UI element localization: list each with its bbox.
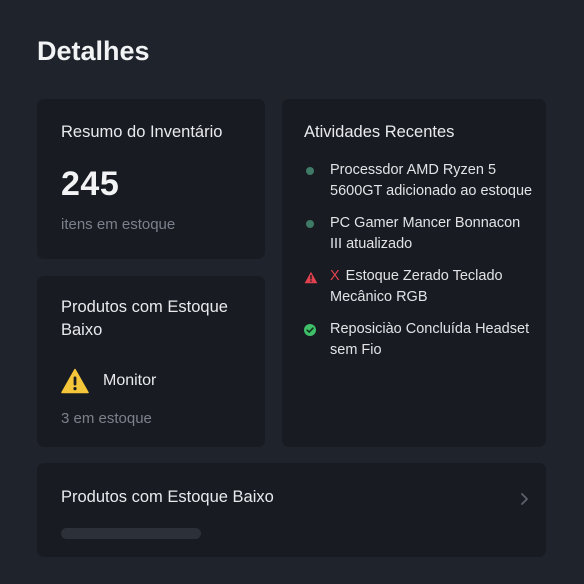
check-circle-icon (304, 324, 316, 336)
warning-triangle-icon (61, 368, 89, 394)
activity-item[interactable]: Processdor AMD Ryzen 5 5600GT adicionado… (304, 160, 534, 201)
activity-text: Reposiciào Concluída Headset sem Fio (330, 321, 530, 358)
card-title: Produtos com Estoque Baixo (61, 488, 274, 506)
low-stock-item-quantity: 3 em estoque (61, 410, 152, 427)
inventory-count: 245 (61, 165, 120, 203)
warning-triangle-icon (304, 271, 318, 284)
card-title: Resumo do Inventário (61, 123, 223, 141)
recent-activity-card: Atividades Recentes Processdor AMD Ryzen… (282, 99, 546, 447)
error-x-mark: X (330, 268, 340, 284)
activity-text: PC Gamer Mancer Bonnacon III atualizado (330, 215, 521, 252)
status-dot-icon (306, 167, 314, 175)
activity-text: Processdor AMD Ryzen 5 5600GT adicionado… (330, 162, 533, 199)
activity-item[interactable]: Reposiciào Concluída Headset sem Fio (304, 319, 534, 360)
activity-item[interactable]: X Estoque Zerado Teclado Mecânico RGB (304, 266, 534, 307)
inventory-summary-card: Resumo do Inventário 245 itens em estoqu… (37, 99, 265, 259)
status-dot-icon (306, 220, 314, 228)
loading-placeholder-bar (61, 528, 201, 539)
low-stock-products-card[interactable]: Produtos com Estoque Baixo (37, 463, 546, 557)
page-title: Detalhes (37, 36, 150, 66)
activity-text: X Estoque Zerado Teclado Mecânico RGB (330, 268, 503, 305)
low-stock-item-name: Monitor (103, 372, 157, 389)
inventory-count-label: itens em estoque (61, 216, 176, 233)
card-title: Produtos com Estoque Baixo (61, 298, 228, 339)
activity-list: Processdor AMD Ryzen 5 5600GT adicionado… (304, 160, 534, 372)
page: Detalhes Resumo do Inventário 245 itens … (0, 0, 584, 584)
card-title: Atividades Recentes (304, 123, 455, 141)
chevron-right-icon[interactable] (518, 491, 530, 507)
low-stock-card[interactable]: Produtos com Estoque Baixo Monitor 3 em … (37, 276, 265, 447)
low-stock-item[interactable]: Monitor (61, 368, 156, 394)
activity-item[interactable]: PC Gamer Mancer Bonnacon III atualizado (304, 213, 534, 254)
